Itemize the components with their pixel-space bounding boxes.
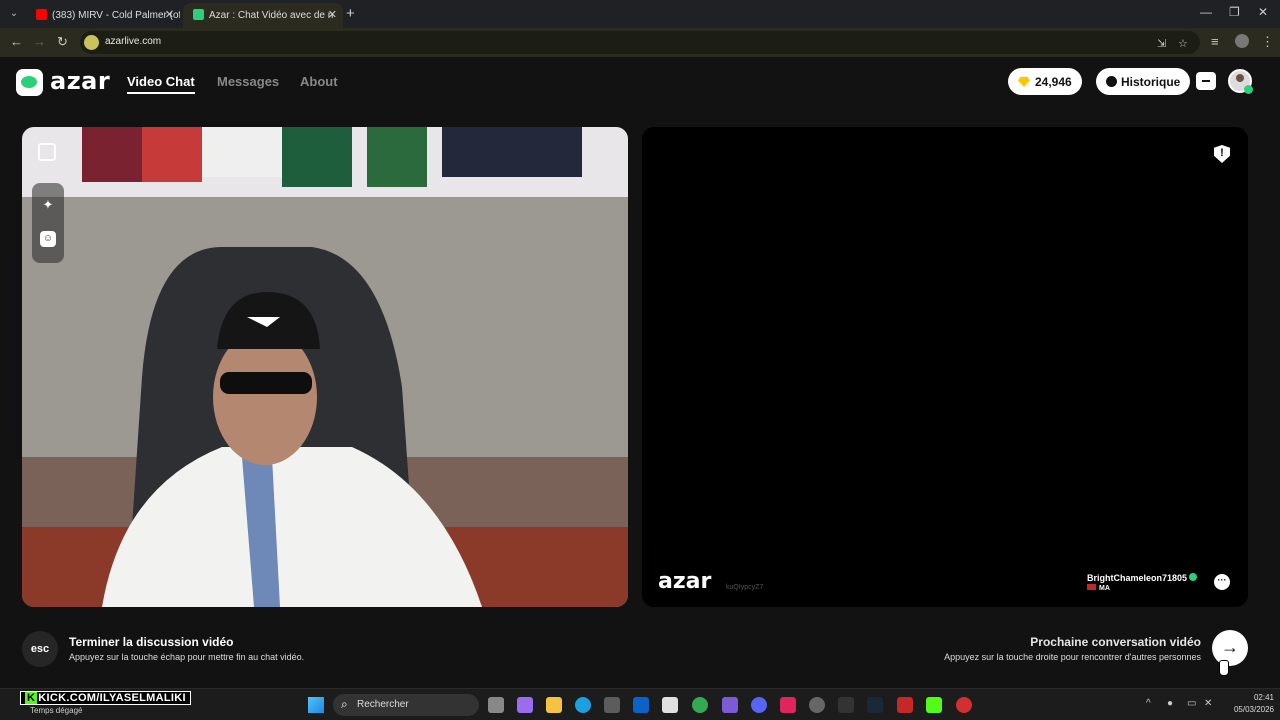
next-chat-hint: Appuyez sur la touche droite pour rencon… (944, 652, 1201, 662)
site-info-icon[interactable] (84, 35, 99, 50)
chat-bubble-icon[interactable]: ··· (1214, 574, 1230, 590)
next-chat-title: Prochaine conversation vidéo (1030, 635, 1201, 649)
install-app-icon[interactable]: ⇲ (1157, 37, 1166, 50)
app-icon[interactable] (662, 697, 678, 713)
close-tab-icon[interactable]: ✕ (165, 8, 174, 21)
tab-youtube[interactable]: (383) MIRV - Cold Palmer (offici ✕ (26, 3, 180, 28)
camera-tools: ✦ ☺ (32, 183, 64, 263)
minimize-button[interactable]: — (1200, 5, 1212, 19)
kick-app-icon[interactable] (926, 697, 942, 713)
microphone-icon[interactable]: ● (1167, 698, 1173, 709)
gems-balance-button[interactable]: 24,946 (1008, 68, 1082, 95)
tab-label: Azar : Chat Vidéo avec de n (209, 10, 334, 21)
youtube-favicon-icon (36, 9, 47, 20)
weather-widget[interactable]: Temps dégagé (30, 706, 82, 715)
close-window-button[interactable]: ✕ (1258, 5, 1268, 19)
adobe-icon[interactable] (780, 697, 796, 713)
browser-menu-icon[interactable]: ⋮ (1261, 34, 1274, 50)
history-button[interactable]: Historique (1096, 68, 1191, 95)
nav-messages[interactable]: Messages (217, 74, 279, 89)
azar-logo-text[interactable]: azar (50, 67, 110, 95)
nav-about[interactable]: About (300, 74, 338, 89)
windows-taskbar: KKICK.COM/ILYASELMALIKI Temps dégagé Rec… (0, 688, 1280, 720)
tray-chevron-icon[interactable]: ^ (1146, 698, 1151, 709)
forward-button[interactable]: → (33, 34, 46, 49)
tab-label: (383) MIRV - Cold Palmer (offici (52, 10, 180, 21)
new-tab-button[interactable]: + (346, 5, 355, 22)
nav-video-chat[interactable]: Video Chat (127, 74, 195, 94)
end-chat-hint: Appuyez sur la touche échap pour mettre … (69, 652, 305, 662)
browser-tab-bar: ⌄ (383) MIRV - Cold Palmer (offici ✕ Aza… (0, 0, 1280, 28)
bookmark-star-icon[interactable]: ☆ (1178, 37, 1188, 50)
clock-time[interactable]: 02:41 (1234, 693, 1274, 702)
local-video-panel: ✦ ☺ (22, 127, 628, 607)
partner-country: MA (1087, 584, 1110, 592)
next-chat-button[interactable]: → (1212, 630, 1248, 666)
report-icon[interactable]: ! (1214, 145, 1230, 163)
chrome-icon[interactable] (692, 697, 708, 713)
task-view-icon[interactable] (488, 697, 504, 713)
country-code: MA (1099, 585, 1110, 592)
windows-start-icon[interactable] (308, 697, 324, 713)
minimize-video-icon[interactable] (38, 143, 56, 161)
game-icon[interactable] (722, 697, 738, 713)
browser-toolbar: ← → ↻ azarlive.com ⇲ ☆ ≡ ⋮ (0, 28, 1280, 57)
discord-icon[interactable] (751, 697, 767, 713)
close-tab-icon[interactable]: ✕ (328, 8, 337, 21)
azar-logo-icon[interactable] (16, 69, 43, 96)
profile-avatar[interactable] (1235, 34, 1249, 48)
partner-name-text: BrightChameleon71805 (1087, 573, 1188, 583)
azar-page: azar Video Chat Messages About 24,946 Hi… (0, 57, 1280, 688)
display-icon[interactable]: ▭ (1187, 698, 1196, 709)
reading-list-icon[interactable]: ≡ (1211, 34, 1219, 49)
back-button[interactable]: ← (10, 34, 23, 49)
app-icon[interactable] (838, 697, 854, 713)
partner-name[interactable]: BrightChameleon71805 (1087, 573, 1198, 583)
kick-logo-icon: K (25, 692, 38, 704)
gem-icon (1018, 77, 1030, 87)
store-icon[interactable] (1196, 72, 1216, 90)
outlook-icon[interactable] (633, 697, 649, 713)
reload-button[interactable]: ↻ (57, 34, 68, 50)
taskbar-search[interactable]: Rechercher (333, 694, 479, 716)
end-chat-title: Terminer la discussion vidéo (69, 635, 234, 649)
local-camera-feed (22, 127, 628, 607)
session-id: kuQIypcyZ7 (726, 584, 764, 591)
magic-wand-icon[interactable]: ✦ (40, 197, 56, 213)
mouse-cursor (1219, 660, 1229, 676)
online-status-badge (1244, 85, 1253, 94)
gems-count: 24,946 (1035, 75, 1072, 89)
stream-overlay: K KICK.COM/ILYASELMALIKI (20, 691, 191, 705)
morocco-flag-icon (1087, 584, 1096, 590)
azar-favicon-icon (193, 9, 204, 20)
end-chat-button[interactable]: esc (22, 631, 58, 667)
history-label: Historique (1121, 75, 1181, 89)
url-text: azarlive.com (105, 36, 162, 47)
clock-icon (1106, 76, 1117, 87)
volume-muted-icon[interactable]: ✕ (1204, 698, 1212, 709)
store-app-icon[interactable] (604, 697, 620, 713)
copilot-icon[interactable] (517, 697, 533, 713)
verified-badge-icon (1189, 573, 1198, 581)
clock-date[interactable]: 05/03/2026 (1226, 705, 1274, 714)
tab-search-icon[interactable]: ⌄ (6, 6, 22, 22)
remote-video-panel: ! azar kuQIypcyZ7 BrightChameleon71805 M… (642, 127, 1248, 607)
steam-icon[interactable] (867, 697, 883, 713)
remote-azar-watermark: azar (658, 569, 712, 594)
face-filter-icon[interactable]: ☺ (40, 231, 56, 247)
app-icon[interactable] (809, 697, 825, 713)
file-explorer-icon[interactable] (546, 697, 562, 713)
app-icon[interactable] (897, 697, 913, 713)
overlay-text: KICK.COM/ILYASELMALIKI (38, 692, 186, 704)
app-icon[interactable] (956, 697, 972, 713)
edge-icon[interactable] (575, 697, 591, 713)
restore-button[interactable]: ❐ (1229, 5, 1240, 19)
address-bar[interactable]: azarlive.com ⇲ ☆ (80, 31, 1200, 54)
tab-azar[interactable]: Azar : Chat Vidéo avec de n ✕ (183, 3, 343, 28)
